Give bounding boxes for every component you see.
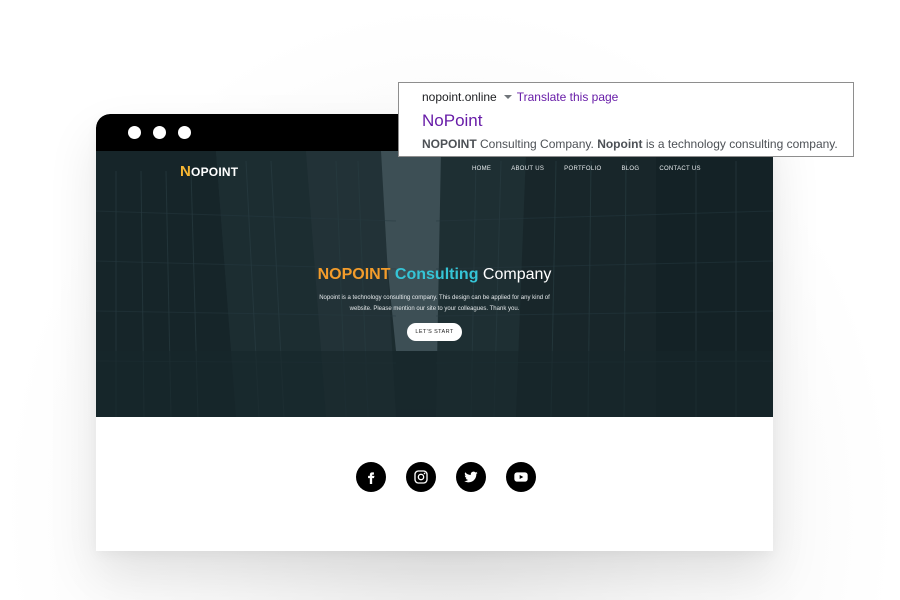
lets-start-button[interactable]: LET'S START [407, 323, 462, 341]
logo-initial: N [180, 163, 192, 180]
window-dot-icon [128, 126, 141, 139]
headline-word-consulting: Consulting [394, 266, 479, 283]
instagram-icon[interactable] [406, 462, 436, 492]
nav-item-home[interactable]: HOME [472, 166, 491, 172]
snippet-bold: Nopoint [597, 137, 643, 151]
snippet-bold: NOPOINT [422, 137, 477, 151]
nav-item-about[interactable]: ABOUT US [511, 166, 544, 172]
headline-word-nopoint: NOPOINT [317, 266, 391, 283]
browser-mockup: NOPOINT HOME ABOUT US PORTFOLIO BLOG CON… [96, 114, 773, 551]
result-url-row: nopoint.online Translate this page [422, 90, 618, 104]
window-dot-icon [178, 126, 191, 139]
city-background-image [96, 151, 773, 417]
translate-link[interactable]: Translate this page [517, 90, 619, 104]
snippet-text: is a technology consulting company. [642, 137, 838, 151]
hero-subtext: Nopoint is a technology consulting compa… [296, 293, 573, 315]
hero-section: NOPOINT HOME ABOUT US PORTFOLIO BLOG CON… [96, 151, 773, 417]
chevron-down-icon[interactable] [503, 95, 512, 100]
result-snippet: NOPOINT Consulting Company. Nopoint is a… [422, 137, 838, 151]
site-logo[interactable]: NOPOINT [180, 163, 238, 180]
site-nav: HOME ABOUT US PORTFOLIO BLOG CONTACT US [472, 166, 721, 172]
nav-item-blog[interactable]: BLOG [621, 166, 639, 172]
nav-item-contact[interactable]: CONTACT US [659, 166, 700, 172]
facebook-icon[interactable] [356, 462, 386, 492]
search-result-card: nopoint.online Translate this page NoPoin… [398, 82, 854, 157]
headline-word-company: Company [482, 266, 552, 283]
hero-subtext-line: Nopoint is a technology consulting compa… [319, 295, 550, 301]
result-title-link[interactable]: NoPoint [422, 111, 482, 131]
youtube-icon[interactable] [506, 462, 536, 492]
social-links [356, 462, 536, 492]
hero-subtext-line: website. Please mention our site to your… [349, 306, 520, 312]
window-dot-icon [153, 126, 166, 139]
nav-item-portfolio[interactable]: PORTFOLIO [564, 166, 601, 172]
hero-headline: NOPOINT Consulting Company [96, 266, 773, 284]
logo-rest: OPOINT [191, 165, 239, 179]
twitter-icon[interactable] [456, 462, 486, 492]
snippet-text: Consulting Company. [476, 137, 598, 151]
result-domain[interactable]: nopoint.online [422, 90, 497, 104]
